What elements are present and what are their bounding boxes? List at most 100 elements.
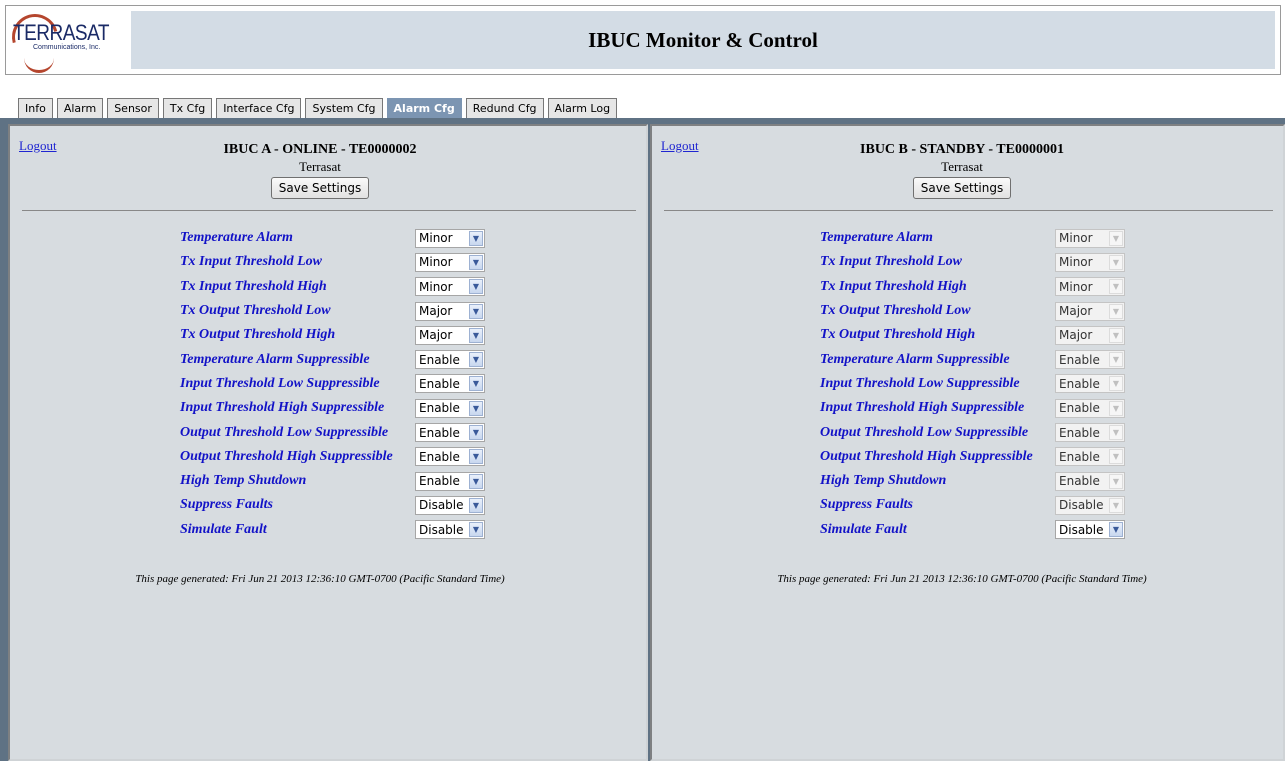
chevron-down-icon: ▼ xyxy=(1109,279,1123,295)
logo-text: TERRASAT xyxy=(13,21,109,46)
enable-select-disabled: Enable ▼ xyxy=(1055,471,1125,491)
config-label: Tx Output Threshold High xyxy=(820,327,976,343)
tab-tx-cfg[interactable]: Tx Cfg xyxy=(162,98,213,118)
select-value: Disable xyxy=(1059,522,1104,537)
select-value: Enable xyxy=(1059,474,1100,489)
severity-select[interactable]: Major ▼ xyxy=(415,325,485,345)
chevron-down-icon: ▼ xyxy=(1109,425,1123,441)
config-label: Output Threshold Low Suppressible xyxy=(180,424,389,440)
enable-select[interactable]: Enable ▼ xyxy=(415,398,485,418)
enable-select[interactable]: Enable ▼ xyxy=(415,471,485,491)
enable-select[interactable]: Disable ▼ xyxy=(415,520,485,540)
chevron-down-icon[interactable]: ▼ xyxy=(469,522,483,538)
enable-select-disabled: Enable ▼ xyxy=(1055,374,1125,394)
select-value: Enable xyxy=(1059,376,1100,391)
config-row: Input Threshold Low Suppressible Enable ▼ xyxy=(180,372,485,396)
select-value: Enable xyxy=(419,352,460,367)
enable-select-disabled: Disable ▼ xyxy=(1055,495,1125,515)
chevron-down-icon[interactable]: ▼ xyxy=(469,254,483,270)
select-value: Major xyxy=(1059,304,1093,319)
enable-select[interactable]: Enable ▼ xyxy=(415,423,485,443)
config-row: Temperature Alarm Suppressible Enable ▼ xyxy=(180,347,485,371)
config-label: Input Threshold High Suppressible xyxy=(180,400,385,416)
severity-select-disabled: Minor ▼ xyxy=(1055,277,1125,297)
chevron-down-icon: ▼ xyxy=(1109,376,1123,392)
tab-alarm-cfg[interactable]: Alarm Cfg xyxy=(386,98,462,118)
enable-select-disabled: Enable ▼ xyxy=(1055,447,1125,467)
config-label: Suppress Faults xyxy=(820,497,913,513)
chevron-down-icon[interactable]: ▼ xyxy=(469,230,483,246)
tab-sensor[interactable]: Sensor xyxy=(107,98,159,118)
config-label: Output Threshold High Suppressible xyxy=(820,448,1033,464)
config-row: Tx Output Threshold High Major ▼ xyxy=(180,323,485,347)
select-value: Major xyxy=(419,328,453,343)
chevron-down-icon[interactable]: ▼ xyxy=(469,279,483,295)
tab-alarm-log[interactable]: Alarm Log xyxy=(547,98,618,118)
chevron-down-icon[interactable]: ▼ xyxy=(469,327,483,343)
unit-title: IBUC A - ONLINE - TE0000002 xyxy=(223,142,417,157)
severity-select-disabled: Minor ▼ xyxy=(1055,228,1125,248)
config-row: Temperature Alarm Minor ▼ xyxy=(820,226,1125,250)
save-settings-button[interactable]: Save Settings xyxy=(270,177,370,199)
tab-redund-cfg[interactable]: Redund Cfg xyxy=(465,98,544,118)
severity-select-disabled: Major ▼ xyxy=(1055,325,1125,345)
select-value: Minor xyxy=(419,231,453,246)
chevron-down-icon[interactable]: ▼ xyxy=(469,449,483,465)
config-label: Input Threshold Low Suppressible xyxy=(180,375,380,391)
config-row: High Temp Shutdown Enable ▼ xyxy=(180,469,485,493)
config-label: Tx Output Threshold Low xyxy=(180,303,331,319)
tab-bar: Info Alarm Sensor Tx Cfg Interface Cfg S… xyxy=(18,98,618,118)
config-row: Simulate Fault Disable ▼ xyxy=(820,518,1125,542)
tab-interface-cfg[interactable]: Interface Cfg xyxy=(216,98,302,118)
chevron-down-icon: ▼ xyxy=(1109,400,1123,416)
config-label: Tx Output Threshold Low xyxy=(820,303,971,319)
config-row: Tx Input Threshold Low Minor ▼ xyxy=(820,250,1125,274)
ibuc-b-panel: Logout IBUC B - STANDBY - TE0000001 Terr… xyxy=(650,124,1285,761)
config-label: Simulate Fault xyxy=(820,521,907,537)
simulate-fault-select[interactable]: Disable ▼ xyxy=(1055,520,1125,540)
config-label: Simulate Fault xyxy=(180,521,267,537)
config-row: Output Threshold High Suppressible Enable… xyxy=(180,445,485,469)
select-value: Enable xyxy=(419,425,460,440)
severity-select-disabled: Major ▼ xyxy=(1055,301,1125,321)
config-label: Output Threshold High Suppressible xyxy=(180,448,393,464)
chevron-down-icon[interactable]: ▼ xyxy=(469,425,483,441)
select-value: Minor xyxy=(1059,231,1093,246)
enable-select[interactable]: Enable ▼ xyxy=(415,374,485,394)
config-label: Suppress Faults xyxy=(180,497,273,513)
config-label: High Temp Shutdown xyxy=(820,473,947,489)
select-value: Enable xyxy=(419,401,460,416)
severity-select[interactable]: Major ▼ xyxy=(415,301,485,321)
save-settings-button[interactable]: Save Settings xyxy=(912,177,1012,199)
chevron-down-icon[interactable]: ▼ xyxy=(1109,522,1123,538)
divider xyxy=(664,210,1273,211)
select-value: Enable xyxy=(419,449,460,464)
chevron-down-icon[interactable]: ▼ xyxy=(469,352,483,368)
chevron-down-icon: ▼ xyxy=(1109,327,1123,343)
enable-select[interactable]: Enable ▼ xyxy=(415,350,485,370)
generated-timestamp: This page generated: Fri Jun 21 2013 12:… xyxy=(135,573,505,585)
select-value: Enable xyxy=(419,474,460,489)
config-row: Temperature Alarm Suppressible Enable ▼ xyxy=(820,347,1125,371)
select-value: Enable xyxy=(1059,425,1100,440)
chevron-down-icon[interactable]: ▼ xyxy=(469,497,483,513)
severity-select[interactable]: Minor ▼ xyxy=(415,252,485,272)
config-label: High Temp Shutdown xyxy=(180,473,307,489)
select-value: Disable xyxy=(419,522,464,537)
tab-info[interactable]: Info xyxy=(18,98,53,118)
severity-select[interactable]: Minor ▼ xyxy=(415,228,485,248)
tab-system-cfg[interactable]: System Cfg xyxy=(305,98,383,118)
enable-select[interactable]: Disable ▼ xyxy=(415,495,485,515)
tab-alarm[interactable]: Alarm xyxy=(56,98,104,118)
panel-header: IBUC A - ONLINE - TE0000002 Terrasat Sav… xyxy=(10,141,630,199)
generated-timestamp: This page generated: Fri Jun 21 2013 12:… xyxy=(777,573,1147,585)
severity-select[interactable]: Minor ▼ xyxy=(415,277,485,297)
chevron-down-icon[interactable]: ▼ xyxy=(469,376,483,392)
select-value: Enable xyxy=(1059,449,1100,464)
chevron-down-icon[interactable]: ▼ xyxy=(469,400,483,416)
chevron-down-icon[interactable]: ▼ xyxy=(469,473,483,489)
enable-select[interactable]: Enable ▼ xyxy=(415,447,485,467)
chevron-down-icon[interactable]: ▼ xyxy=(469,303,483,319)
config-label: Temperature Alarm Suppressible xyxy=(180,351,370,367)
chevron-down-icon: ▼ xyxy=(1109,497,1123,513)
